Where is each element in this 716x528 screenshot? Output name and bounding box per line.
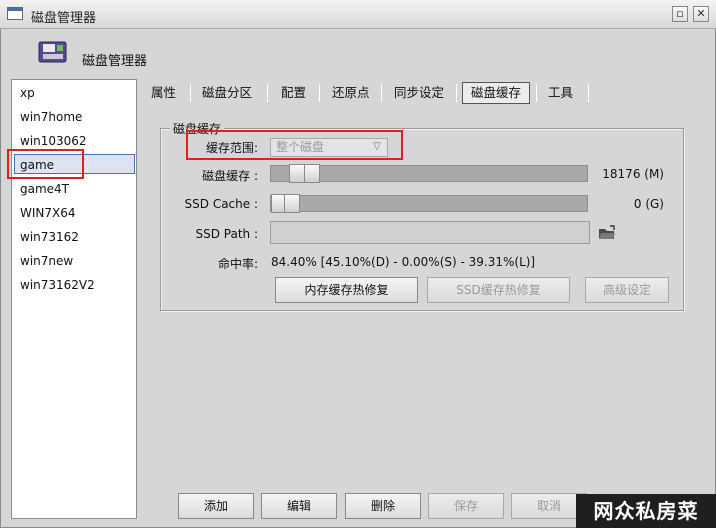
list-item[interactable]: win103062	[18, 131, 134, 151]
disk-manager-icon	[38, 41, 67, 63]
tab-partitions[interactable]: 磁盘分区	[202, 83, 252, 103]
disk-cache-value: 18176 (M)	[602, 167, 664, 181]
folder-open-icon[interactable]	[598, 225, 616, 241]
edit-button[interactable]: 编辑	[261, 493, 337, 519]
tab-divider	[588, 84, 589, 102]
tab-divider	[456, 84, 457, 102]
watermark: 网众私房菜	[576, 494, 716, 528]
tab-properties[interactable]: 属性	[151, 83, 176, 103]
highlight-box	[186, 130, 403, 160]
ssd-cache-value: 0 (G)	[633, 197, 664, 211]
ssd-cache-repair-button[interactable]: SSD缓存热修复	[427, 277, 570, 303]
ssd-cache-slider[interactable]	[270, 194, 588, 213]
close-icon[interactable]: ✕	[693, 6, 709, 22]
slider-thumb[interactable]	[284, 194, 300, 213]
list-item[interactable]: WIN7X64	[18, 203, 134, 223]
delete-button[interactable]: 删除	[345, 493, 421, 519]
tab-divider	[536, 84, 537, 102]
list-item[interactable]: xp	[18, 83, 134, 103]
profile-list[interactable]: xp win7home win103062 game game4T WIN7X6…	[11, 79, 137, 519]
mem-cache-repair-button[interactable]: 内存缓存热修复	[275, 277, 418, 303]
list-item[interactable]: game4T	[18, 179, 134, 199]
window-icon	[7, 7, 23, 20]
list-item[interactable]: win7new	[18, 251, 134, 271]
tab-tools[interactable]: 工具	[548, 83, 573, 103]
slider-thumb[interactable]	[289, 164, 305, 183]
hit-rate-value: 84.40% [45.10%(D) - 0.00%(S) - 39.31%(L)…	[271, 255, 536, 269]
title-bar[interactable]: 磁盘管理器 ▫ ✕	[0, 0, 716, 29]
ssd-path-input[interactable]	[270, 221, 590, 244]
disk-cache-label: 磁盘缓存 :	[202, 169, 258, 183]
tab-divider	[190, 84, 191, 102]
tab-divider	[267, 84, 268, 102]
hit-rate-label: 命中率:	[217, 257, 258, 271]
tab-disk-cache-label: 磁盘缓存	[471, 85, 522, 100]
list-item[interactable]: win73162	[18, 227, 134, 247]
window-title: 磁盘管理器	[31, 11, 97, 26]
tab-config[interactable]: 配置	[281, 83, 306, 103]
restore-icon[interactable]: ▫	[672, 6, 688, 22]
header-title: 磁盘管理器	[82, 54, 148, 69]
tab-disk-cache[interactable]: 磁盘缓存	[462, 82, 530, 104]
list-item[interactable]: win7home	[18, 107, 134, 127]
tab-sync-settings[interactable]: 同步设定	[394, 83, 444, 103]
add-button[interactable]: 添加	[178, 493, 254, 519]
tab-restore-point[interactable]: 还原点	[332, 83, 370, 103]
save-button[interactable]: 保存	[428, 493, 504, 519]
slider-thumb[interactable]	[304, 164, 320, 183]
tab-divider	[381, 84, 382, 102]
ssd-path-label: SSD Path :	[195, 227, 258, 241]
tab-divider	[319, 84, 320, 102]
advanced-settings-button[interactable]: 高级设定	[585, 277, 669, 303]
list-item[interactable]: win73162V2	[18, 275, 134, 295]
highlight-box	[7, 149, 84, 179]
disk-cache-slider[interactable]	[270, 164, 588, 183]
ssd-cache-label: SSD Cache :	[184, 197, 258, 211]
